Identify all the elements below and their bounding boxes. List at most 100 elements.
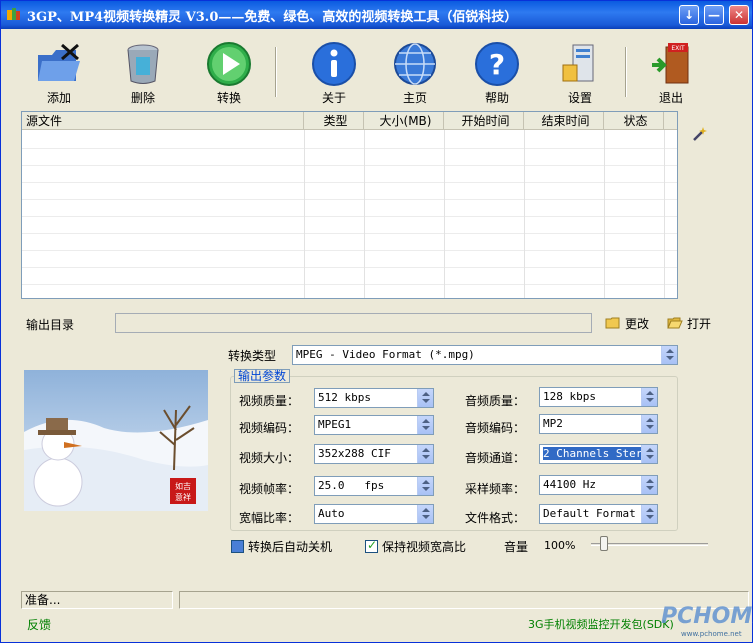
window-title: 3GP、MP4视频转换精灵 V3.0——免费、绿色、高效的视频转换工具（佰锐科技…	[27, 10, 518, 25]
volume-slider-track[interactable]	[591, 543, 708, 546]
list-row-line	[22, 233, 677, 234]
video-size-select[interactable]: 352x288 CIF	[314, 444, 434, 464]
column-header-source[interactable]: 源文件	[22, 112, 304, 130]
convert-button[interactable]: 转换	[199, 41, 259, 107]
help-label: 帮助	[484, 91, 509, 105]
minimize-to-tray-button[interactable]: ↓	[679, 5, 699, 25]
video-codec-value: MPEG1	[318, 418, 352, 431]
add-button[interactable]: 添加	[29, 41, 89, 107]
checkmark-icon	[365, 538, 378, 553]
app-window: 3GP、MP4视频转换精灵 V3.0——免费、绿色、高效的视频转换工具（佰锐科技…	[0, 0, 753, 643]
list-row-line	[22, 199, 677, 200]
list-row-line	[22, 148, 677, 149]
video-codec-select[interactable]: MPEG1	[314, 415, 434, 435]
list-column-line	[524, 130, 525, 298]
feedback-link[interactable]: 反馈	[27, 616, 51, 633]
column-header-type[interactable]: 类型	[304, 112, 364, 130]
sample-rate-value: 44100 Hz	[543, 478, 596, 491]
title-bar[interactable]: 3GP、MP4视频转换精灵 V3.0——免费、绿色、高效的视频转换工具（佰锐科技…	[1, 1, 752, 29]
settings-computer-icon	[562, 44, 594, 82]
list-row-line	[22, 182, 677, 183]
volume-label: 音量	[504, 540, 529, 554]
auto-shutdown-checkbox[interactable]: 转换后自动关机	[231, 538, 332, 555]
list-column-line	[304, 130, 305, 298]
close-button[interactable]: ✕	[729, 5, 749, 25]
audio-codec-value: MP2	[543, 417, 563, 430]
about-button[interactable]: 关于	[304, 41, 364, 107]
convert-type-label: 转换类型	[228, 349, 277, 363]
output-dir-field[interactable]	[115, 313, 592, 333]
frame-rate-value: 25.0 fps	[318, 479, 385, 492]
change-dir-label: 更改	[625, 316, 650, 331]
aspect-ratio-value: Auto	[318, 507, 345, 520]
checkbox-box	[231, 540, 244, 553]
frame-rate-select[interactable]: 25.0 fps	[314, 476, 434, 496]
dropdown-arrow-icon	[641, 476, 657, 494]
sample-rate-select[interactable]: 44100 Hz	[539, 475, 658, 495]
minimize-button[interactable]: —	[704, 5, 724, 25]
output-params-title: 输出参数	[234, 369, 291, 383]
promo-link[interactable]: 3G手机视频监控开发包(SDK)	[528, 616, 674, 632]
open-dir-label: 打开	[687, 316, 712, 331]
convert-label: 转换	[216, 91, 241, 105]
video-quality-value: 512 kbps	[318, 391, 371, 404]
play-icon	[207, 42, 251, 86]
list-column-line	[364, 130, 365, 298]
list-row-line	[22, 284, 677, 285]
toolbar-separator	[625, 47, 627, 97]
home-button[interactable]: 主页	[385, 41, 445, 107]
audio-quality-select[interactable]: 128 kbps	[539, 387, 658, 407]
audio-channel-label: 音频通道：	[465, 451, 526, 465]
home-label: 主页	[402, 91, 427, 105]
folder-add-icon	[38, 43, 80, 81]
change-dir-button[interactable]: 更改	[605, 314, 649, 332]
dropdown-arrow-icon	[641, 445, 657, 463]
exit-button[interactable]: EXIT 退出	[641, 41, 701, 107]
column-header-size[interactable]: 大小(MB)	[364, 112, 444, 130]
magic-wand-icon[interactable]	[691, 125, 709, 143]
audio-channel-select[interactable]: 2 Channels Stereo	[539, 444, 658, 464]
dropdown-arrow-icon	[661, 346, 677, 364]
trash-can-icon	[127, 44, 159, 84]
help-button[interactable]: ? 帮助	[467, 41, 527, 107]
dropdown-arrow-icon	[417, 477, 433, 495]
video-quality-select[interactable]: 512 kbps	[314, 388, 434, 408]
exit-door-icon: EXIT	[652, 43, 689, 84]
file-format-label: 文件格式：	[465, 511, 526, 525]
settings-label: 设置	[567, 91, 592, 105]
dropdown-arrow-icon	[417, 445, 433, 463]
list-row-line	[22, 250, 677, 251]
convert-type-select[interactable]: MPEG - Video Format (*.mpg)	[292, 345, 678, 365]
convert-type-value: MPEG - Video Format (*.mpg)	[296, 348, 475, 361]
audio-codec-label: 音频编码：	[465, 421, 526, 435]
dropdown-arrow-icon	[417, 389, 433, 407]
dropdown-arrow-icon	[417, 505, 433, 523]
file-list[interactable]: 源文件 类型 大小(MB) 开始时间 结束时间 状态	[21, 111, 678, 299]
audio-codec-select[interactable]: MP2	[539, 414, 658, 434]
audio-quality-value: 128 kbps	[543, 390, 596, 403]
column-header-end-time[interactable]: 结束时间	[524, 112, 604, 130]
aspect-ratio-select[interactable]: Auto	[314, 504, 434, 524]
dropdown-arrow-icon	[641, 505, 657, 523]
toolbar: 添加 删除 转换 关于 主页 ? 帮助 设置 EXIT 退出	[1, 29, 752, 109]
volume-value: 100%	[544, 539, 576, 552]
settings-button[interactable]: 设置	[550, 41, 610, 107]
delete-button[interactable]: 删除	[113, 41, 173, 107]
list-column-line	[604, 130, 605, 298]
svg-text:?: ?	[489, 48, 505, 81]
aspect-ratio-label: 宽幅比率：	[239, 511, 300, 525]
column-header-start-time[interactable]: 开始时间	[444, 112, 524, 130]
dropdown-arrow-icon	[641, 388, 657, 406]
audio-quality-label: 音频质量：	[465, 394, 526, 408]
file-format-select[interactable]: Default Format	[539, 504, 658, 524]
stamp-text-bottom: 意祥	[175, 492, 191, 502]
watermark-logo: PCHOME	[661, 604, 753, 629]
open-dir-button[interactable]: 打开	[667, 314, 711, 332]
column-header-status[interactable]: 状态	[604, 112, 664, 130]
video-size-value: 352x288 CIF	[318, 447, 391, 460]
volume-slider-thumb[interactable]	[599, 536, 608, 551]
dropdown-arrow-icon	[417, 416, 433, 434]
info-icon	[312, 42, 356, 86]
video-codec-label: 视频编码：	[239, 421, 300, 435]
keep-ratio-checkbox[interactable]: 保持视频宽高比	[365, 538, 466, 555]
